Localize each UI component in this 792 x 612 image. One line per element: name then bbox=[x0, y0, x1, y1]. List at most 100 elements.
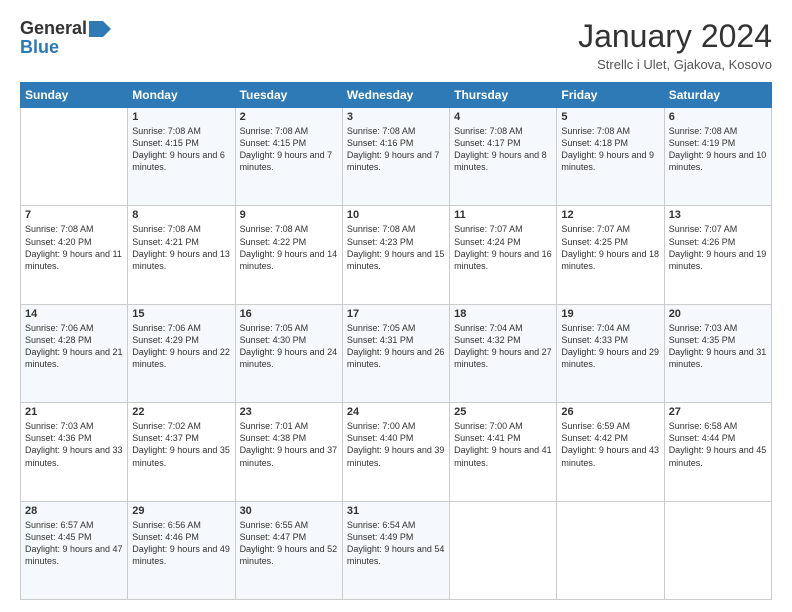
calendar-cell-w0d3: 3 Sunrise: 7:08 AMSunset: 4:16 PMDaylight… bbox=[342, 108, 449, 206]
day-number: 27 bbox=[669, 406, 767, 418]
cell-info: Sunrise: 7:08 AMSunset: 4:17 PMDaylight:… bbox=[454, 125, 552, 174]
calendar-cell-w0d0 bbox=[21, 108, 128, 206]
calendar-cell-w1d6: 13 Sunrise: 7:07 AMSunset: 4:26 PMDayligh… bbox=[664, 206, 771, 304]
day-number: 24 bbox=[347, 406, 445, 418]
calendar-cell-w4d6 bbox=[664, 501, 771, 599]
cell-info: Sunrise: 7:07 AMSunset: 4:25 PMDaylight:… bbox=[561, 223, 659, 272]
cell-info: Sunrise: 7:07 AMSunset: 4:24 PMDaylight:… bbox=[454, 223, 552, 272]
subtitle: Strellc i Ulet, Gjakova, Kosovo bbox=[578, 57, 772, 72]
cell-info: Sunrise: 7:06 AMSunset: 4:29 PMDaylight:… bbox=[132, 322, 230, 371]
logo-arrow-icon bbox=[89, 21, 111, 37]
day-number: 15 bbox=[132, 308, 230, 320]
calendar-week-row-1: 7Sunrise: 7:08 AMSunset: 4:20 PMDaylight… bbox=[21, 206, 772, 304]
logo-general: General bbox=[20, 18, 87, 39]
calendar-cell-w3d5: 26 Sunrise: 6:59 AMSunset: 4:42 PMDayligh… bbox=[557, 403, 664, 501]
calendar-cell-w2d2: 16 Sunrise: 7:05 AMSunset: 4:30 PMDayligh… bbox=[235, 304, 342, 402]
cell-info: Sunrise: 7:00 AMSunset: 4:40 PMDaylight:… bbox=[347, 420, 445, 469]
calendar-week-row-3: 21 Sunrise: 7:03 AMSunset: 4:36 PMDayligh… bbox=[21, 403, 772, 501]
calendar-week-row-4: 28 Sunrise: 6:57 AMSunset: 4:45 PMDayligh… bbox=[21, 501, 772, 599]
header: General Blue January 2024 Strellc i Ulet… bbox=[20, 18, 772, 72]
day-number: 31 bbox=[347, 505, 445, 517]
cell-info: Sunrise: 7:00 AMSunset: 4:41 PMDaylight:… bbox=[454, 420, 552, 469]
cell-info: Sunrise: 7:05 AMSunset: 4:30 PMDaylight:… bbox=[240, 322, 338, 371]
header-saturday: Saturday bbox=[664, 83, 771, 108]
calendar-cell-w1d5: 12Sunrise: 7:07 AMSunset: 4:25 PMDayligh… bbox=[557, 206, 664, 304]
day-number: 1 bbox=[132, 111, 230, 123]
calendar-cell-w1d2: 9 Sunrise: 7:08 AMSunset: 4:22 PMDaylight… bbox=[235, 206, 342, 304]
title-block: January 2024 Strellc i Ulet, Gjakova, Ko… bbox=[578, 18, 772, 72]
cell-info: Sunrise: 7:07 AMSunset: 4:26 PMDaylight:… bbox=[669, 223, 767, 272]
day-number: 22 bbox=[132, 406, 230, 418]
calendar-cell-w3d0: 21 Sunrise: 7:03 AMSunset: 4:36 PMDayligh… bbox=[21, 403, 128, 501]
calendar-cell-w0d2: 2Sunrise: 7:08 AMSunset: 4:15 PMDaylight… bbox=[235, 108, 342, 206]
day-number: 11 bbox=[454, 209, 552, 221]
cell-info: Sunrise: 6:54 AMSunset: 4:49 PMDaylight:… bbox=[347, 519, 445, 568]
calendar-cell-w0d1: 1 Sunrise: 7:08 AMSunset: 4:15 PMDaylight… bbox=[128, 108, 235, 206]
calendar-cell-w1d0: 7Sunrise: 7:08 AMSunset: 4:20 PMDaylight… bbox=[21, 206, 128, 304]
logo: General Blue bbox=[20, 18, 111, 58]
cell-info: Sunrise: 7:08 AMSunset: 4:19 PMDaylight:… bbox=[669, 125, 767, 174]
calendar-cell-w4d4 bbox=[450, 501, 557, 599]
day-number: 4 bbox=[454, 111, 552, 123]
calendar-cell-w3d6: 27 Sunrise: 6:58 AMSunset: 4:44 PMDayligh… bbox=[664, 403, 771, 501]
cell-info: Sunrise: 7:08 AMSunset: 4:15 PMDaylight:… bbox=[132, 125, 230, 174]
cell-info: Sunrise: 7:03 AMSunset: 4:36 PMDaylight:… bbox=[25, 420, 123, 469]
day-number: 19 bbox=[561, 308, 659, 320]
calendar-cell-w1d1: 8Sunrise: 7:08 AMSunset: 4:21 PMDaylight… bbox=[128, 206, 235, 304]
cell-info: Sunrise: 7:08 AMSunset: 4:18 PMDaylight:… bbox=[561, 125, 659, 174]
day-number: 17 bbox=[347, 308, 445, 320]
calendar-header-row: Sunday Monday Tuesday Wednesday Thursday… bbox=[21, 83, 772, 108]
calendar-cell-w4d2: 30Sunrise: 6:55 AMSunset: 4:47 PMDayligh… bbox=[235, 501, 342, 599]
calendar-cell-w2d6: 20 Sunrise: 7:03 AMSunset: 4:35 PMDayligh… bbox=[664, 304, 771, 402]
cell-info: Sunrise: 7:03 AMSunset: 4:35 PMDaylight:… bbox=[669, 322, 767, 371]
day-number: 5 bbox=[561, 111, 659, 123]
calendar-cell-w1d4: 11 Sunrise: 7:07 AMSunset: 4:24 PMDayligh… bbox=[450, 206, 557, 304]
cell-info: Sunrise: 7:08 AMSunset: 4:20 PMDaylight:… bbox=[25, 223, 123, 272]
day-number: 14 bbox=[25, 308, 123, 320]
cell-info: Sunrise: 7:04 AMSunset: 4:33 PMDaylight:… bbox=[561, 322, 659, 371]
calendar-week-row-0: 1 Sunrise: 7:08 AMSunset: 4:15 PMDaylight… bbox=[21, 108, 772, 206]
cell-info: Sunrise: 7:08 AMSunset: 4:22 PMDaylight:… bbox=[240, 223, 338, 272]
calendar-cell-w3d3: 24 Sunrise: 7:00 AMSunset: 4:40 PMDayligh… bbox=[342, 403, 449, 501]
day-number: 23 bbox=[240, 406, 338, 418]
day-number: 2 bbox=[240, 111, 338, 123]
page: General Blue January 2024 Strellc i Ulet… bbox=[0, 0, 792, 612]
cell-info: Sunrise: 7:04 AMSunset: 4:32 PMDaylight:… bbox=[454, 322, 552, 371]
header-friday: Friday bbox=[557, 83, 664, 108]
day-number: 13 bbox=[669, 209, 767, 221]
month-title: January 2024 bbox=[578, 18, 772, 55]
header-monday: Monday bbox=[128, 83, 235, 108]
calendar-cell-w4d3: 31 Sunrise: 6:54 AMSunset: 4:49 PMDayligh… bbox=[342, 501, 449, 599]
cell-info: Sunrise: 7:08 AMSunset: 4:16 PMDaylight:… bbox=[347, 125, 445, 174]
calendar-cell-w4d5 bbox=[557, 501, 664, 599]
day-number: 16 bbox=[240, 308, 338, 320]
day-number: 21 bbox=[25, 406, 123, 418]
header-thursday: Thursday bbox=[450, 83, 557, 108]
calendar-body: 1 Sunrise: 7:08 AMSunset: 4:15 PMDaylight… bbox=[21, 108, 772, 600]
calendar-week-row-2: 14 Sunrise: 7:06 AMSunset: 4:28 PMDayligh… bbox=[21, 304, 772, 402]
calendar-cell-w3d1: 22 Sunrise: 7:02 AMSunset: 4:37 PMDayligh… bbox=[128, 403, 235, 501]
calendar-cell-w4d0: 28 Sunrise: 6:57 AMSunset: 4:45 PMDayligh… bbox=[21, 501, 128, 599]
cell-info: Sunrise: 6:58 AMSunset: 4:44 PMDaylight:… bbox=[669, 420, 767, 469]
cell-info: Sunrise: 6:59 AMSunset: 4:42 PMDaylight:… bbox=[561, 420, 659, 469]
calendar-cell-w3d4: 25 Sunrise: 7:00 AMSunset: 4:41 PMDayligh… bbox=[450, 403, 557, 501]
calendar-cell-w1d3: 10Sunrise: 7:08 AMSunset: 4:23 PMDayligh… bbox=[342, 206, 449, 304]
day-number: 28 bbox=[25, 505, 123, 517]
cell-info: Sunrise: 6:57 AMSunset: 4:45 PMDaylight:… bbox=[25, 519, 123, 568]
cell-info: Sunrise: 7:06 AMSunset: 4:28 PMDaylight:… bbox=[25, 322, 123, 371]
day-number: 10 bbox=[347, 209, 445, 221]
day-number: 20 bbox=[669, 308, 767, 320]
day-number: 25 bbox=[454, 406, 552, 418]
logo-blue-text: Blue bbox=[20, 37, 59, 58]
cell-info: Sunrise: 6:55 AMSunset: 4:47 PMDaylight:… bbox=[240, 519, 338, 568]
header-tuesday: Tuesday bbox=[235, 83, 342, 108]
day-number: 3 bbox=[347, 111, 445, 123]
day-number: 9 bbox=[240, 209, 338, 221]
calendar-cell-w3d2: 23Sunrise: 7:01 AMSunset: 4:38 PMDayligh… bbox=[235, 403, 342, 501]
cell-info: Sunrise: 6:56 AMSunset: 4:46 PMDaylight:… bbox=[132, 519, 230, 568]
calendar-cell-w2d1: 15 Sunrise: 7:06 AMSunset: 4:29 PMDayligh… bbox=[128, 304, 235, 402]
calendar-cell-w0d4: 4 Sunrise: 7:08 AMSunset: 4:17 PMDaylight… bbox=[450, 108, 557, 206]
day-number: 26 bbox=[561, 406, 659, 418]
cell-info: Sunrise: 7:02 AMSunset: 4:37 PMDaylight:… bbox=[132, 420, 230, 469]
day-number: 6 bbox=[669, 111, 767, 123]
